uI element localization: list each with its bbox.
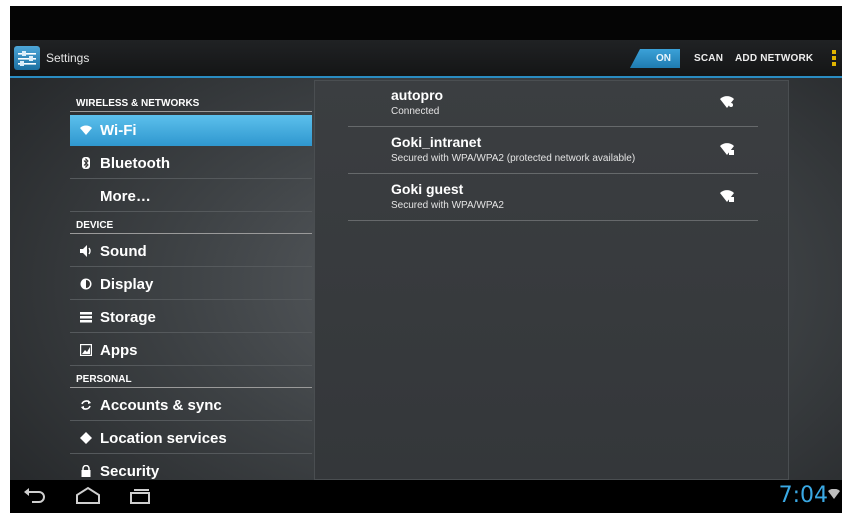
wifi-signal-locked-icon bbox=[720, 190, 734, 202]
sidebar-item-label: Location services bbox=[100, 430, 227, 447]
sidebar-item-storage[interactable]: Storage bbox=[70, 302, 312, 333]
category-wireless-networks: WIRELESS & NETWORKS bbox=[70, 98, 312, 112]
sidebar-item-label: Storage bbox=[100, 309, 156, 326]
sidebar-item-sound[interactable]: Sound bbox=[70, 236, 312, 267]
speaker-icon bbox=[80, 245, 91, 257]
network-list-item[interactable]: autopro Connected bbox=[348, 81, 758, 127]
sidebar-item-label: Accounts & sync bbox=[100, 397, 222, 414]
sidebar-item-label: Wi-Fi bbox=[100, 122, 137, 139]
wifi-signal-icon bbox=[720, 96, 734, 108]
top-bezel bbox=[10, 6, 842, 40]
recent-apps-icon[interactable] bbox=[128, 486, 152, 506]
system-navigation-bar: 7:04 bbox=[10, 480, 842, 513]
tablet-screen: Settings ON SCAN ADD NETWORK WIRELESS & … bbox=[10, 6, 842, 513]
category-personal: PERSONAL bbox=[70, 374, 312, 388]
scan-button[interactable]: SCAN bbox=[694, 53, 723, 64]
location-icon bbox=[80, 432, 92, 444]
sidebar-item-bluetooth[interactable]: Bluetooth bbox=[70, 148, 312, 179]
sidebar-item-label: Security bbox=[100, 463, 160, 480]
brightness-icon bbox=[80, 278, 92, 290]
wifi-networks-pane: autopro Connected Goki_intranet Secured … bbox=[314, 80, 789, 480]
add-network-button[interactable]: ADD NETWORK bbox=[735, 53, 813, 64]
back-icon[interactable] bbox=[22, 486, 46, 506]
sidebar-item-label: Apps bbox=[100, 342, 138, 359]
lock-icon bbox=[81, 465, 91, 477]
wifi-status-icon bbox=[828, 489, 840, 499]
wifi-toggle[interactable]: ON bbox=[630, 49, 680, 68]
sync-icon bbox=[81, 400, 91, 410]
sidebar-item-wifi[interactable]: Wi-Fi bbox=[70, 115, 312, 146]
network-name: autopro bbox=[391, 87, 444, 103]
network-name: Goki guest bbox=[391, 181, 464, 197]
wifi-icon bbox=[80, 125, 92, 135]
home-icon[interactable] bbox=[74, 486, 102, 506]
network-list-item[interactable]: Goki_intranet Secured with WPA/WPA2 (pro… bbox=[348, 128, 758, 174]
wifi-toggle-label: ON bbox=[656, 53, 671, 64]
sidebar-item-apps[interactable]: Apps bbox=[70, 335, 312, 366]
sidebar-item-accounts-sync[interactable]: Accounts & sync bbox=[70, 390, 312, 421]
sidebar-item-label: Display bbox=[100, 276, 154, 293]
storage-icon bbox=[80, 312, 92, 323]
action-bar: Settings ON SCAN ADD NETWORK bbox=[10, 40, 842, 78]
network-name: Goki_intranet bbox=[391, 134, 482, 150]
clock[interactable]: 7:04 bbox=[779, 483, 828, 508]
network-status: Connected bbox=[391, 106, 440, 117]
category-device: DEVICE bbox=[70, 220, 312, 234]
apps-icon bbox=[80, 344, 92, 356]
sidebar-item-display[interactable]: Display bbox=[70, 269, 312, 300]
sidebar-item-label: More… bbox=[100, 188, 151, 205]
sidebar-item-label: Bluetooth bbox=[100, 155, 170, 172]
settings-sliders-icon[interactable] bbox=[14, 46, 40, 70]
overflow-menu-icon[interactable] bbox=[832, 50, 836, 68]
network-list-item[interactable]: Goki guest Secured with WPA/WPA2 bbox=[348, 175, 758, 221]
sidebar-item-location-services[interactable]: Location services bbox=[70, 423, 312, 454]
sidebar-item-label: Sound bbox=[100, 243, 147, 260]
network-status: Secured with WPA/WPA2 bbox=[391, 200, 504, 211]
sidebar-item-more[interactable]: More… bbox=[70, 181, 312, 212]
wifi-signal-locked-icon bbox=[720, 143, 734, 155]
network-status: Secured with WPA/WPA2 (protected network… bbox=[391, 153, 636, 164]
settings-sidebar: WIRELESS & NETWORKS Wi-Fi Bluetooth More… bbox=[70, 80, 314, 488]
app-title[interactable]: Settings bbox=[46, 51, 89, 65]
bluetooth-icon bbox=[82, 157, 90, 169]
